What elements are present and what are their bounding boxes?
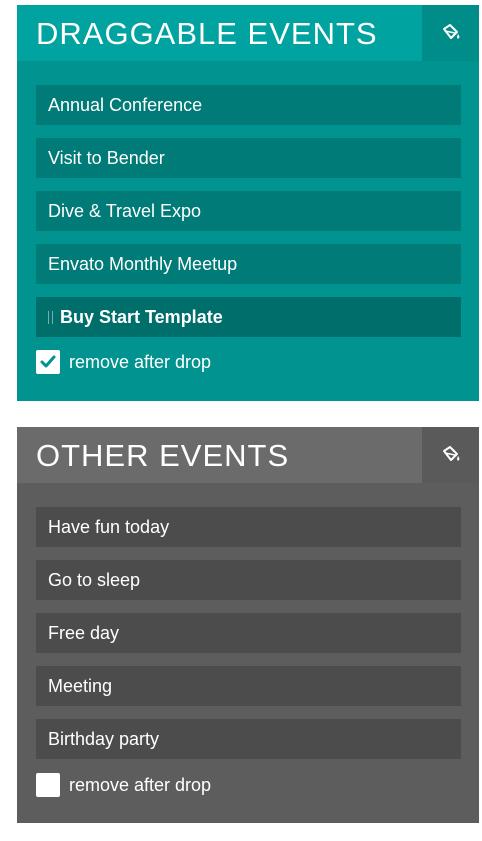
event-label: Have fun today [48, 516, 170, 537]
event-label: Free day [48, 622, 120, 643]
event-label: Go to sleep [48, 569, 141, 590]
event-label: Buy Start Template [60, 306, 223, 327]
event-item[interactable]: Go to sleep [36, 560, 461, 600]
checkmark-icon [40, 355, 56, 368]
event-label: Dive & Travel Expo [48, 200, 202, 221]
drag-handle-icon[interactable] [48, 310, 53, 324]
remove-after-drop-label: remove after drop [69, 774, 212, 795]
event-list: Have fun today Go to sleep Free day Meet… [36, 507, 461, 772]
panel-header: DRAGGABLE EVENTS [17, 5, 479, 61]
panel-title: DRAGGABLE EVENTS [36, 16, 378, 51]
event-label: Envato Monthly Meetup [48, 253, 238, 274]
event-item[interactable]: Have fun today [36, 507, 461, 547]
event-item-dragging[interactable]: Buy Start Template [36, 297, 461, 337]
event-item[interactable]: Envato Monthly Meetup [36, 244, 461, 284]
event-item[interactable]: Visit to Bender [36, 138, 461, 178]
panel-header: OTHER EVENTS [17, 427, 479, 483]
paint-bucket-button[interactable] [422, 427, 479, 483]
event-item[interactable]: Meeting [36, 666, 461, 706]
remove-after-drop-option: remove after drop [36, 350, 211, 374]
remove-after-drop-option: remove after drop [36, 773, 211, 797]
event-label: Birthday party [48, 728, 160, 749]
paint-bucket-icon [442, 24, 459, 39]
remove-after-drop-label: remove after drop [69, 351, 212, 372]
event-label: Visit to Bender [48, 147, 165, 168]
draggable-events-panel: DRAGGABLE EVENTS Annual Conference Visit… [17, 5, 479, 401]
panel-title: OTHER EVENTS [36, 438, 290, 473]
event-item[interactable]: Annual Conference [36, 85, 461, 125]
event-item[interactable]: Dive & Travel Expo [36, 191, 461, 231]
event-list: Annual Conference Visit to Bender Dive &… [36, 85, 461, 350]
other-events-panel: OTHER EVENTS Have fun today Go to sleep … [17, 427, 479, 823]
event-label: Annual Conference [48, 94, 203, 115]
event-item[interactable]: Free day [36, 613, 461, 653]
remove-after-drop-checkbox[interactable] [36, 350, 60, 374]
paint-bucket-icon [442, 446, 459, 461]
event-item[interactable]: Birthday party [36, 719, 461, 759]
remove-after-drop-checkbox[interactable] [36, 773, 60, 797]
event-label: Meeting [48, 675, 113, 696]
paint-bucket-button[interactable] [422, 5, 479, 61]
